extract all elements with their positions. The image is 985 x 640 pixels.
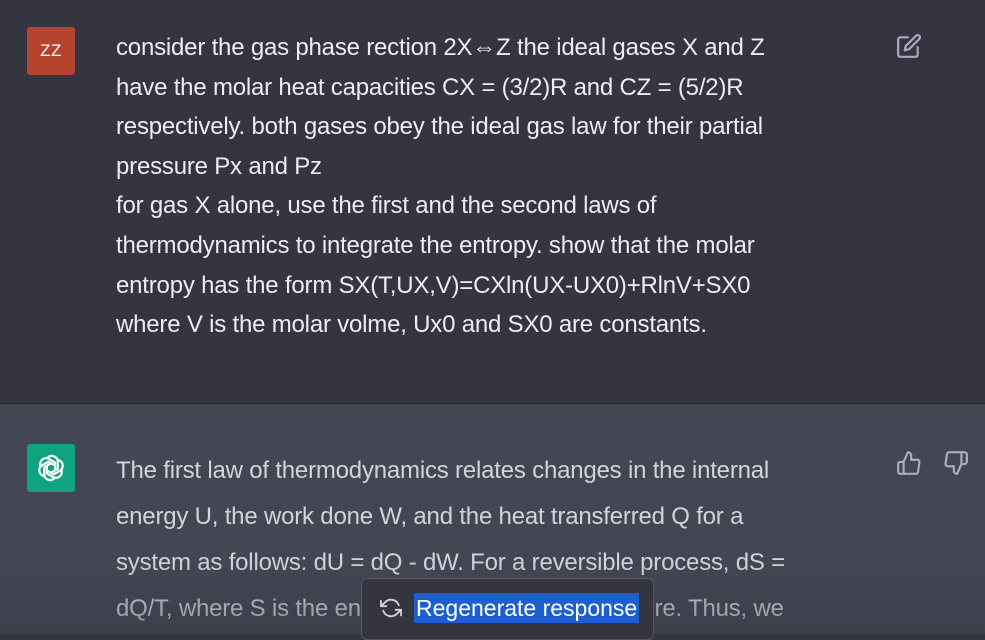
user-avatar: ZZ xyxy=(27,27,75,75)
thumbs-down-icon xyxy=(944,451,968,475)
user-message-row: ZZ consider the gas phase rection 2X⇔Z t… xyxy=(0,0,985,404)
assistant-avatar xyxy=(27,444,75,492)
thumbs-up-icon xyxy=(897,451,921,475)
edit-icon xyxy=(897,34,921,58)
thumbs-up-button[interactable] xyxy=(895,449,923,477)
assistant-message-line: energy U, the work done W, and the heat … xyxy=(116,503,744,530)
user-message-text: consider the gas phase rection 2X⇔Z the … xyxy=(116,28,856,345)
user-avatar-initials: ZZ xyxy=(40,41,62,60)
refresh-icon xyxy=(380,598,402,618)
edit-message-button[interactable] xyxy=(895,32,923,60)
user-message-line: entropy has the form SX(T,UX,V)=CXln(UX-… xyxy=(116,271,751,299)
user-message-line: have the molar heat capacities CX = (3/2… xyxy=(116,73,744,101)
regenerate-response-button[interactable]: Regenerate response xyxy=(361,578,654,640)
user-message-line: for gas X alone, use the first and the s… xyxy=(116,192,657,220)
assistant-message-line: The first law of thermodynamics relates … xyxy=(116,457,770,484)
user-message-line: respectively. both gases obey the ideal … xyxy=(116,113,763,141)
user-message-line: where V is the molar volme, Ux0 and SX0 … xyxy=(116,311,707,339)
thumbs-down-button[interactable] xyxy=(942,449,970,477)
user-message-line: consider the gas phase rection 2X⇔Z the … xyxy=(116,34,765,61)
regenerate-response-label: Regenerate response xyxy=(414,593,640,623)
user-message-line: pressure Px and Pz xyxy=(116,152,322,180)
user-message-line: thermodynamics to integrate the entropy.… xyxy=(116,231,755,259)
openai-logo-icon xyxy=(38,454,64,482)
